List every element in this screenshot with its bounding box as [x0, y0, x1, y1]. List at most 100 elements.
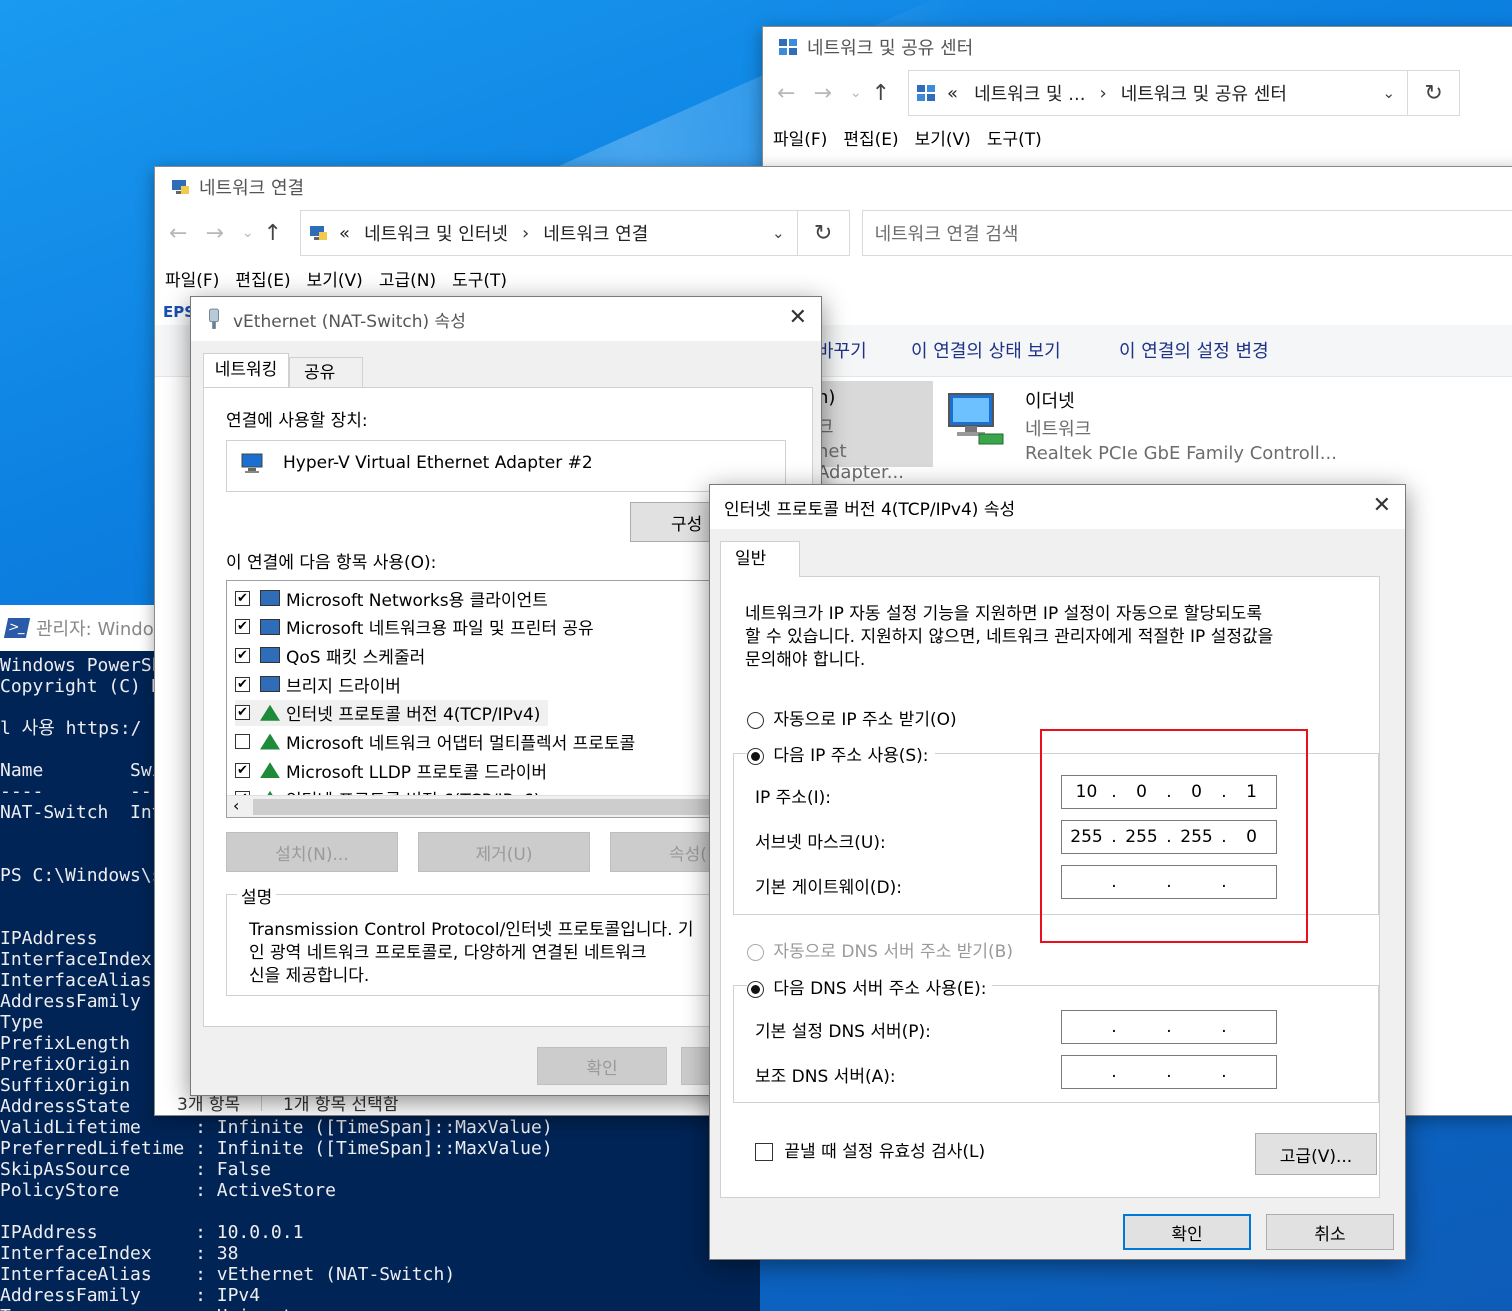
component-item[interactable]: ✔ Microsoft Networks용 클라이언트 — [235, 585, 548, 611]
breadcrumb-network[interactable]: 네트워크 및 ... — [974, 80, 1085, 106]
manual-ip-radio[interactable] — [747, 747, 764, 765]
menu-file[interactable]: 파일(F) — [773, 125, 827, 150]
scrollbar-thumb[interactable] — [253, 799, 713, 815]
component-checkbox[interactable]: ✔ — [235, 676, 250, 692]
component-item[interactable]: ✔ 인터넷 프로토콜 버전 4(TCP/IPv4) — [235, 699, 549, 726]
refresh-button[interactable]: ↻ — [797, 210, 850, 256]
scroll-left-icon[interactable]: ‹ — [233, 796, 239, 815]
back-arrow-icon[interactable]: ← — [169, 221, 187, 246]
sharing-center-address-bar[interactable]: « 네트워크 및 ... › 네트워크 및 공유 센터 ⌄ — [908, 70, 1409, 116]
change-settings-command[interactable]: 이 연결의 설정 변경 — [1119, 337, 1269, 363]
adapter-monitor-icon — [241, 453, 263, 473]
auto-dns-label: 자동으로 DNS 서버 주소 받기(B) — [773, 942, 1013, 962]
refresh-icon: ↻ — [813, 220, 833, 246]
forward-arrow-icon[interactable]: → — [205, 221, 223, 246]
ok-button[interactable]: 확인 — [537, 1047, 667, 1085]
auto-dns-option[interactable]: 자동으로 DNS 서버 주소 받기(B) — [747, 937, 1013, 962]
preferred-dns-field[interactable]: ... — [1061, 1010, 1277, 1044]
component-checkbox[interactable]: ✔ — [235, 647, 250, 663]
adapter-item-ethernet[interactable]: 이더넷 네트워크 Realtek PCIe GbE Family Control… — [939, 381, 1339, 467]
validate-option[interactable]: 끝낼 때 설정 유효성 검사(L) — [755, 1137, 985, 1162]
console-line: l 사용 https:/ — [0, 718, 142, 739]
rename-connection-command[interactable]: 바꾸기 — [817, 337, 867, 363]
network-adapter-icon — [209, 308, 219, 329]
component-checkbox[interactable]: ✔ — [235, 705, 250, 721]
advanced-button[interactable]: 고급(V)... — [1255, 1133, 1377, 1175]
close-icon[interactable]: ✕ — [789, 305, 807, 330]
ip-highlight-box — [1040, 729, 1308, 943]
component-item[interactable]: ✔ 브리지 드라이버 — [235, 671, 401, 697]
search-input[interactable]: 네트워크 연결 검색 — [861, 210, 1512, 256]
validate-checkbox[interactable] — [755, 1143, 773, 1161]
subnet-mask-label: 서브넷 마스크(U): — [755, 833, 886, 853]
component-label: Microsoft 네트워크 어댑터 멀티플렉서 프로토콜 — [286, 734, 636, 754]
menu-edit[interactable]: 편집(E) — [235, 266, 290, 291]
console-line: SkipAsSource : False — [0, 1159, 271, 1180]
install-button[interactable]: 설치(N)... — [226, 832, 398, 872]
adapter-item-selected[interactable]: n) 크 net Adapter... — [805, 381, 933, 483]
console-line: InterfaceIndex — [0, 949, 152, 970]
ok-button[interactable]: 확인 — [1123, 1214, 1251, 1250]
close-icon[interactable]: ✕ — [1373, 493, 1391, 518]
forward-arrow-icon[interactable]: → — [813, 81, 831, 106]
recent-dropdown-icon[interactable]: ⌄ — [850, 85, 862, 101]
menu-view[interactable]: 보기(V) — [307, 266, 363, 291]
component-checkbox[interactable]: ✔ — [235, 762, 250, 778]
component-checkbox[interactable]: ✔ — [235, 619, 250, 635]
component-item[interactable]: ✔ QoS 패킷 스케줄러 — [235, 642, 425, 668]
description-line-1: Transmission Control Protocol/인터넷 프로토콜입니… — [249, 920, 694, 940]
menu-file[interactable]: 파일(F) — [165, 266, 219, 291]
alternate-dns-field[interactable]: ... — [1061, 1055, 1277, 1089]
component-item[interactable]: ✔ Microsoft LLDP 프로토콜 드라이버 — [235, 757, 547, 783]
menu-view[interactable]: 보기(V) — [915, 125, 971, 150]
address-overflow[interactable]: « — [947, 83, 958, 104]
console-line: Name Swit — [0, 760, 174, 781]
menu-tools[interactable]: 도구(T) — [987, 125, 1042, 150]
vethernet-titlebar[interactable]: vEthernet (NAT-Switch) 속성 — [191, 297, 821, 341]
component-item[interactable]: Microsoft 네트워크 어댑터 멀티플렉서 프로토콜 — [235, 729, 635, 755]
connections-address-bar[interactable]: « 네트워크 및 인터넷 › 네트워크 연결 ⌄ — [300, 210, 798, 256]
connections-titlebar[interactable]: 네트워크 연결 — [155, 167, 1512, 207]
tab-networking[interactable]: 네트워킹 — [203, 353, 289, 387]
sharing-center-titlebar[interactable]: 네트워크 및 공유 센터 — [763, 27, 1512, 67]
uninstall-button[interactable]: 제거(U) — [418, 832, 590, 872]
component-checkbox[interactable] — [235, 734, 250, 749]
view-status-command[interactable]: 이 연결의 상태 보기 — [911, 337, 1061, 363]
manual-dns-radio[interactable] — [747, 980, 764, 998]
recent-dropdown-icon[interactable]: ⌄ — [242, 225, 254, 241]
back-arrow-icon[interactable]: ← — [777, 81, 795, 106]
component-item[interactable]: ✔ Microsoft 네트워크용 파일 및 프린터 공유 — [235, 614, 594, 640]
menu-advanced[interactable]: 고급(N) — [379, 266, 436, 291]
breadcrumb-sharing-center[interactable]: 네트워크 및 공유 센터 — [1121, 80, 1287, 106]
auto-ip-option[interactable]: 자동으로 IP 주소 받기(O) — [747, 705, 957, 730]
refresh-button[interactable]: ↻ — [1408, 70, 1461, 116]
components-list[interactable]: ✔ Microsoft Networks용 클라이언트 ✔ Microsoft 네트워… — [226, 580, 726, 818]
network-connections-icon — [172, 180, 189, 194]
manual-dns-option[interactable]: 다음 DNS 서버 주소 사용(E): — [747, 974, 993, 999]
up-arrow-icon[interactable]: ↑ — [264, 221, 282, 246]
component-label: QoS 패킷 스케줄러 — [286, 647, 426, 668]
tab-general[interactable]: 일반 — [720, 541, 800, 577]
tab-sharing[interactable]: 공유 — [289, 357, 363, 387]
address-dropdown-icon[interactable]: ⌄ — [1382, 84, 1395, 102]
ipv4-properties-dialog[interactable]: 인터넷 프로토콜 버전 4(TCP/IPv4) 속성 ✕ 일반 네트워크가 IP… — [709, 484, 1406, 1260]
address-dropdown-icon[interactable]: ⌄ — [772, 224, 785, 242]
auto-dns-radio[interactable] — [747, 943, 764, 961]
menu-tools[interactable]: 도구(T) — [452, 266, 507, 291]
breadcrumb-network-internet[interactable]: 네트워크 및 인터넷 — [364, 220, 508, 246]
component-checkbox[interactable]: ✔ — [235, 590, 250, 606]
validate-label: 끝낼 때 설정 유효성 검사(L) — [784, 1142, 986, 1162]
address-overflow[interactable]: « — [339, 223, 350, 244]
manual-ip-option[interactable]: 다음 IP 주소 사용(S): — [747, 741, 935, 766]
breadcrumb-network-connections[interactable]: 네트워크 연결 — [543, 220, 648, 246]
menu-edit[interactable]: 편집(E) — [843, 125, 898, 150]
horizontal-scrollbar[interactable]: ‹ — [227, 795, 725, 817]
intro-line-2: 할 수 있습니다. 지원하지 않으면, 네트워크 관리자에게 적절한 IP 설정… — [745, 627, 1274, 647]
cancel-button[interactable]: 취소 — [1266, 1214, 1394, 1250]
ipv4-titlebar[interactable]: 인터넷 프로토콜 버전 4(TCP/IPv4) 속성 — [710, 485, 1405, 529]
console-line: InterfaceIndex : 38 — [0, 1243, 239, 1264]
auto-ip-radio[interactable] — [747, 711, 764, 729]
up-arrow-icon[interactable]: ↑ — [872, 81, 890, 106]
preferred-dns-label: 기본 설정 DNS 서버(P): — [755, 1022, 931, 1042]
refresh-icon: ↻ — [1424, 80, 1443, 106]
